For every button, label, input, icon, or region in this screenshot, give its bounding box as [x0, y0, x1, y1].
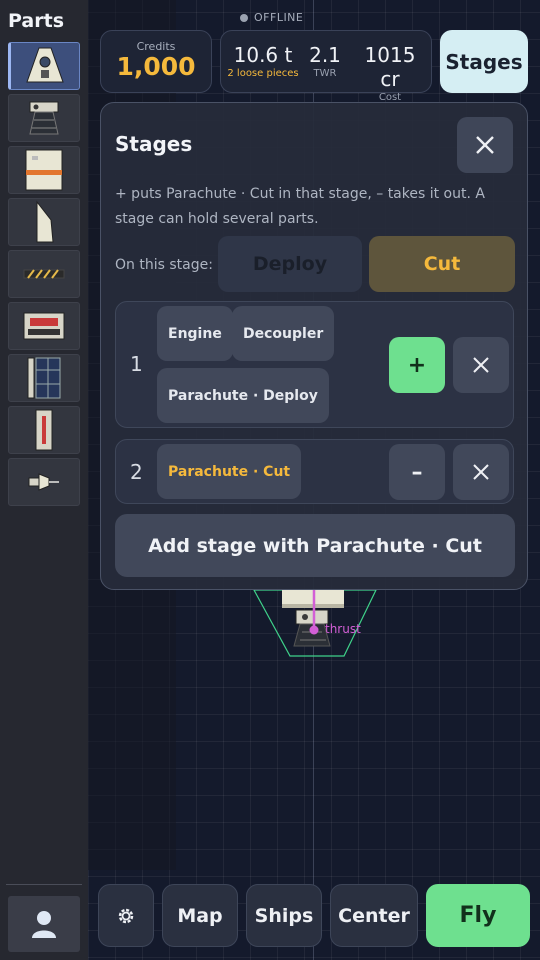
- stage-number: 2: [130, 460, 143, 484]
- remove-part-from-stage-button[interactable]: –: [389, 444, 445, 500]
- thrust-label: thrust: [325, 622, 361, 636]
- parts-sidebar: Parts: [0, 0, 88, 960]
- mass-stat: 10.6 t 2 loose pieces: [226, 43, 300, 79]
- twr-value: 2.1: [309, 43, 341, 67]
- fuel-tank-icon: [25, 149, 63, 191]
- ships-button[interactable]: Ships: [246, 884, 322, 947]
- stage-number: 1: [130, 352, 143, 376]
- command-pod-icon: [26, 47, 64, 83]
- part-solar-panel[interactable]: [8, 354, 80, 402]
- part-thermometer[interactable]: [8, 406, 80, 454]
- add-stage-button[interactable]: Add stage with Parachute · Cut: [115, 514, 515, 577]
- on-stage-label: On this stage:: [115, 257, 213, 273]
- mass-warning: 2 loose pieces: [227, 68, 299, 79]
- remove-stage-button[interactable]: [453, 337, 509, 393]
- mass-value: 10.6 t: [233, 43, 293, 67]
- engine-part: [295, 609, 329, 625]
- sidebar-title: Parts: [8, 10, 64, 32]
- decoupler-icon: [23, 269, 65, 279]
- center-button[interactable]: Center: [330, 884, 418, 947]
- fly-button[interactable]: Fly: [426, 884, 530, 947]
- panel-title: Stages: [115, 132, 193, 156]
- profile-button[interactable]: [8, 896, 80, 952]
- stage-part-chip[interactable]: Engine: [157, 306, 233, 361]
- stage-part-chip[interactable]: Parachute · Cut: [157, 444, 302, 499]
- remove-stage-button[interactable]: [453, 444, 509, 500]
- fin-icon: [36, 200, 54, 243]
- mode-deploy-button[interactable]: Deploy: [218, 236, 362, 292]
- twr-stat: 2.1 TWR: [307, 43, 343, 79]
- close-icon: [473, 464, 489, 480]
- panel-help-text: + puts Parachute · Cut in that stage, – …: [115, 186, 485, 227]
- cost-value: 1015 cr: [364, 43, 416, 91]
- credits-card: Credits 1,000: [100, 30, 212, 93]
- thermometer-icon: [35, 409, 53, 451]
- stage-row: 1 Engine Decoupler Parachute · Deploy +: [115, 301, 514, 428]
- close-panel-button[interactable]: [457, 117, 513, 173]
- credits-value: 1,000: [116, 52, 196, 81]
- settings-button[interactable]: [98, 884, 154, 947]
- gear-icon: [118, 908, 134, 923]
- part-fuel-tank[interactable]: [8, 146, 80, 194]
- battery-icon: [23, 312, 65, 340]
- twr-label: TWR: [313, 68, 337, 79]
- add-part-to-stage-button[interactable]: +: [389, 337, 445, 393]
- part-fin[interactable]: [8, 198, 80, 246]
- close-icon: [476, 136, 494, 154]
- part-command-pod[interactable]: [8, 42, 80, 90]
- engine-icon: [29, 101, 59, 135]
- stage-part-chip[interactable]: Parachute · Deploy: [157, 368, 329, 423]
- close-icon: [473, 357, 489, 373]
- status-text: OFFLINE: [254, 11, 304, 24]
- solar-panel-icon: [27, 357, 61, 399]
- part-engine[interactable]: [8, 94, 80, 142]
- antenna-icon: [28, 473, 59, 491]
- user-icon: [32, 911, 56, 938]
- cost-stat: 1015 cr Cost: [353, 43, 427, 103]
- status-dot-icon: [240, 13, 248, 22]
- stage-part-chip[interactable]: Decoupler: [232, 306, 335, 361]
- part-battery[interactable]: [8, 302, 80, 350]
- sidebar-divider: [6, 884, 82, 885]
- connection-status: OFFLINE: [240, 11, 303, 24]
- part-antenna[interactable]: [8, 458, 80, 506]
- stages-button[interactable]: Stages: [440, 30, 528, 93]
- stats-card: 10.6 t 2 loose pieces 2.1 TWR 1015 cr Co…: [220, 30, 432, 103]
- stage-row: 2 Parachute · Cut –: [115, 439, 514, 504]
- part-decoupler[interactable]: [8, 250, 80, 298]
- stages-panel: Stages + puts Parachute · Cut in that st…: [100, 102, 528, 590]
- mode-cut-button[interactable]: Cut: [369, 236, 515, 292]
- thrust-point: [309, 625, 319, 635]
- map-button[interactable]: Map: [162, 884, 238, 947]
